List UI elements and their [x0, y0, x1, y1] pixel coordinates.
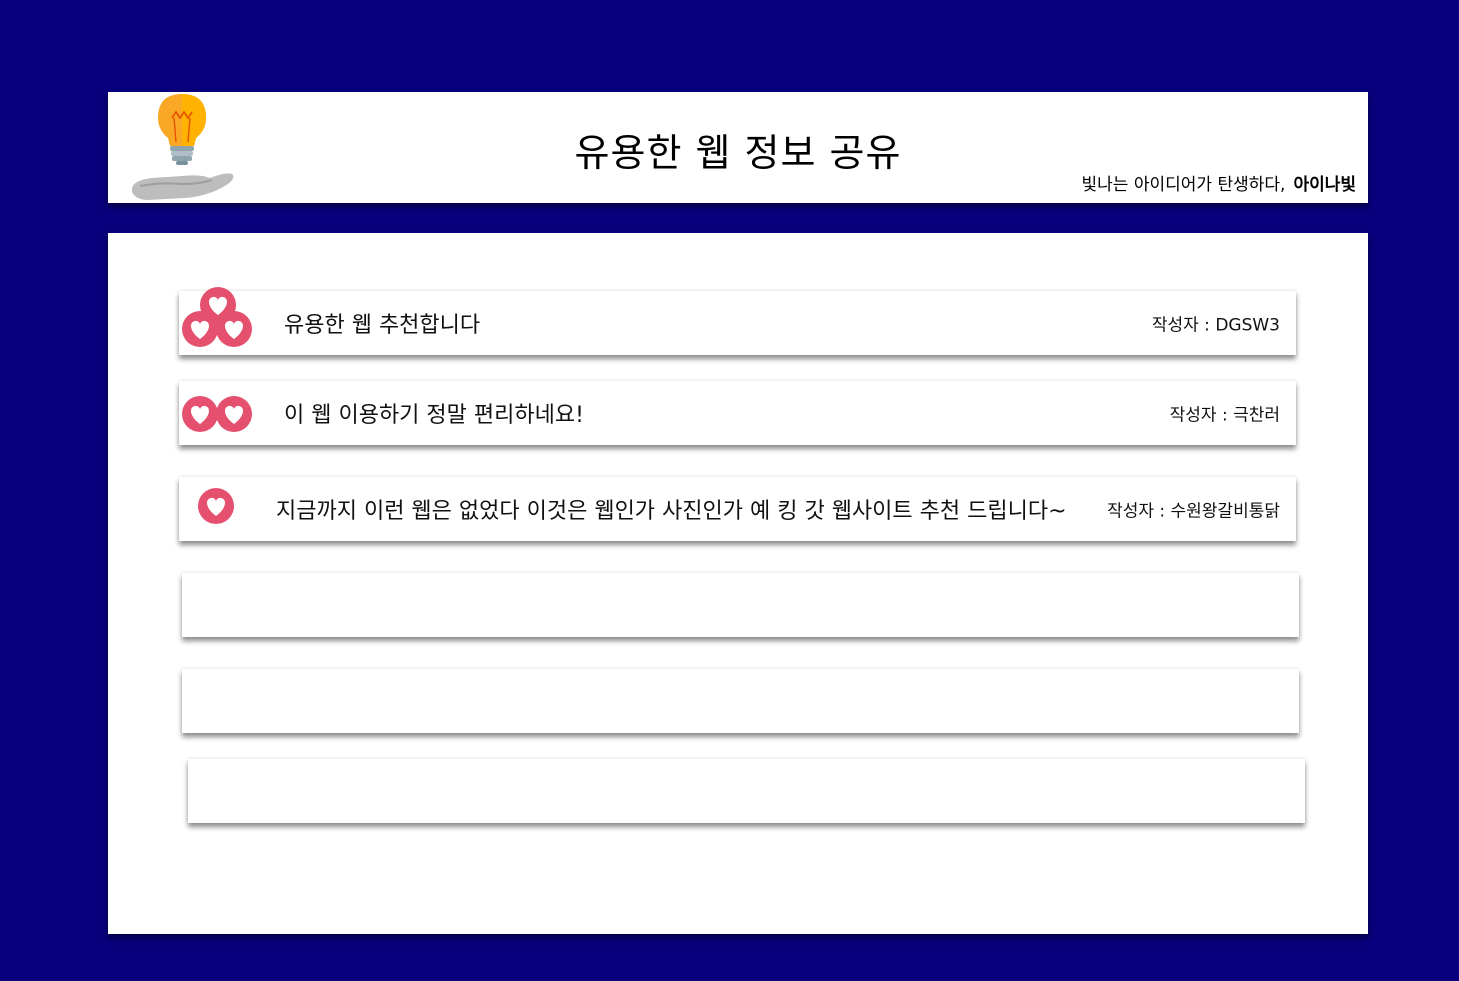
heart-icon-group: [179, 375, 257, 445]
tagline-text: 빛나는 아이디어가 탄생하다,: [1081, 175, 1286, 195]
heart-icon: [182, 311, 218, 347]
brand-name: 아이나빛: [1293, 175, 1356, 195]
post-author: 작성자 : 수원왕갈비통닭: [1107, 501, 1280, 522]
heart-icon: [216, 396, 252, 432]
page-title: 유용한 웹 정보 공유: [574, 131, 902, 175]
post-author: 작성자 : 극찬러: [1169, 405, 1280, 426]
heart-icon: [198, 488, 234, 524]
post-title[interactable]: 지금까지 이런 웹은 없었다 이것은 웹인가 사진인가 예 킹 갓 웹사이트 추…: [276, 493, 1067, 525]
empty-post-row[interactable]: [182, 669, 1299, 733]
heart-icon: [182, 396, 218, 432]
post-author: 작성자 : DGSW3: [1151, 315, 1280, 336]
header-bar: 유용한 웹 정보 공유 빛나는 아이디어가 탄생하다, 아이나빛: [108, 92, 1368, 203]
tagline: 빛나는 아이디어가 탄생하다, 아이나빛: [1082, 170, 1356, 195]
post-row[interactable]: 지금까지 이런 웹은 없었다 이것은 웹인가 사진인가 예 킹 갓 웹사이트 추…: [179, 477, 1296, 541]
heart-icon-group: [179, 471, 257, 541]
post-row[interactable]: 유용한 웹 추천합니다 작성자 : DGSW3: [179, 287, 1296, 355]
post-list-panel: 유용한 웹 추천합니다 작성자 : DGSW3 이 웹 이용하기 정말 편리하네…: [108, 233, 1368, 934]
empty-post-row[interactable]: [182, 573, 1299, 637]
empty-post-row[interactable]: [188, 759, 1305, 823]
post-title[interactable]: 이 웹 이용하기 정말 편리하네요!: [284, 397, 584, 429]
heart-icon-group: [179, 285, 257, 355]
post-row[interactable]: 이 웹 이용하기 정말 편리하네요! 작성자 : 극찬러: [179, 381, 1296, 445]
post-title[interactable]: 유용한 웹 추천합니다: [284, 307, 480, 339]
heart-icon: [216, 311, 252, 347]
